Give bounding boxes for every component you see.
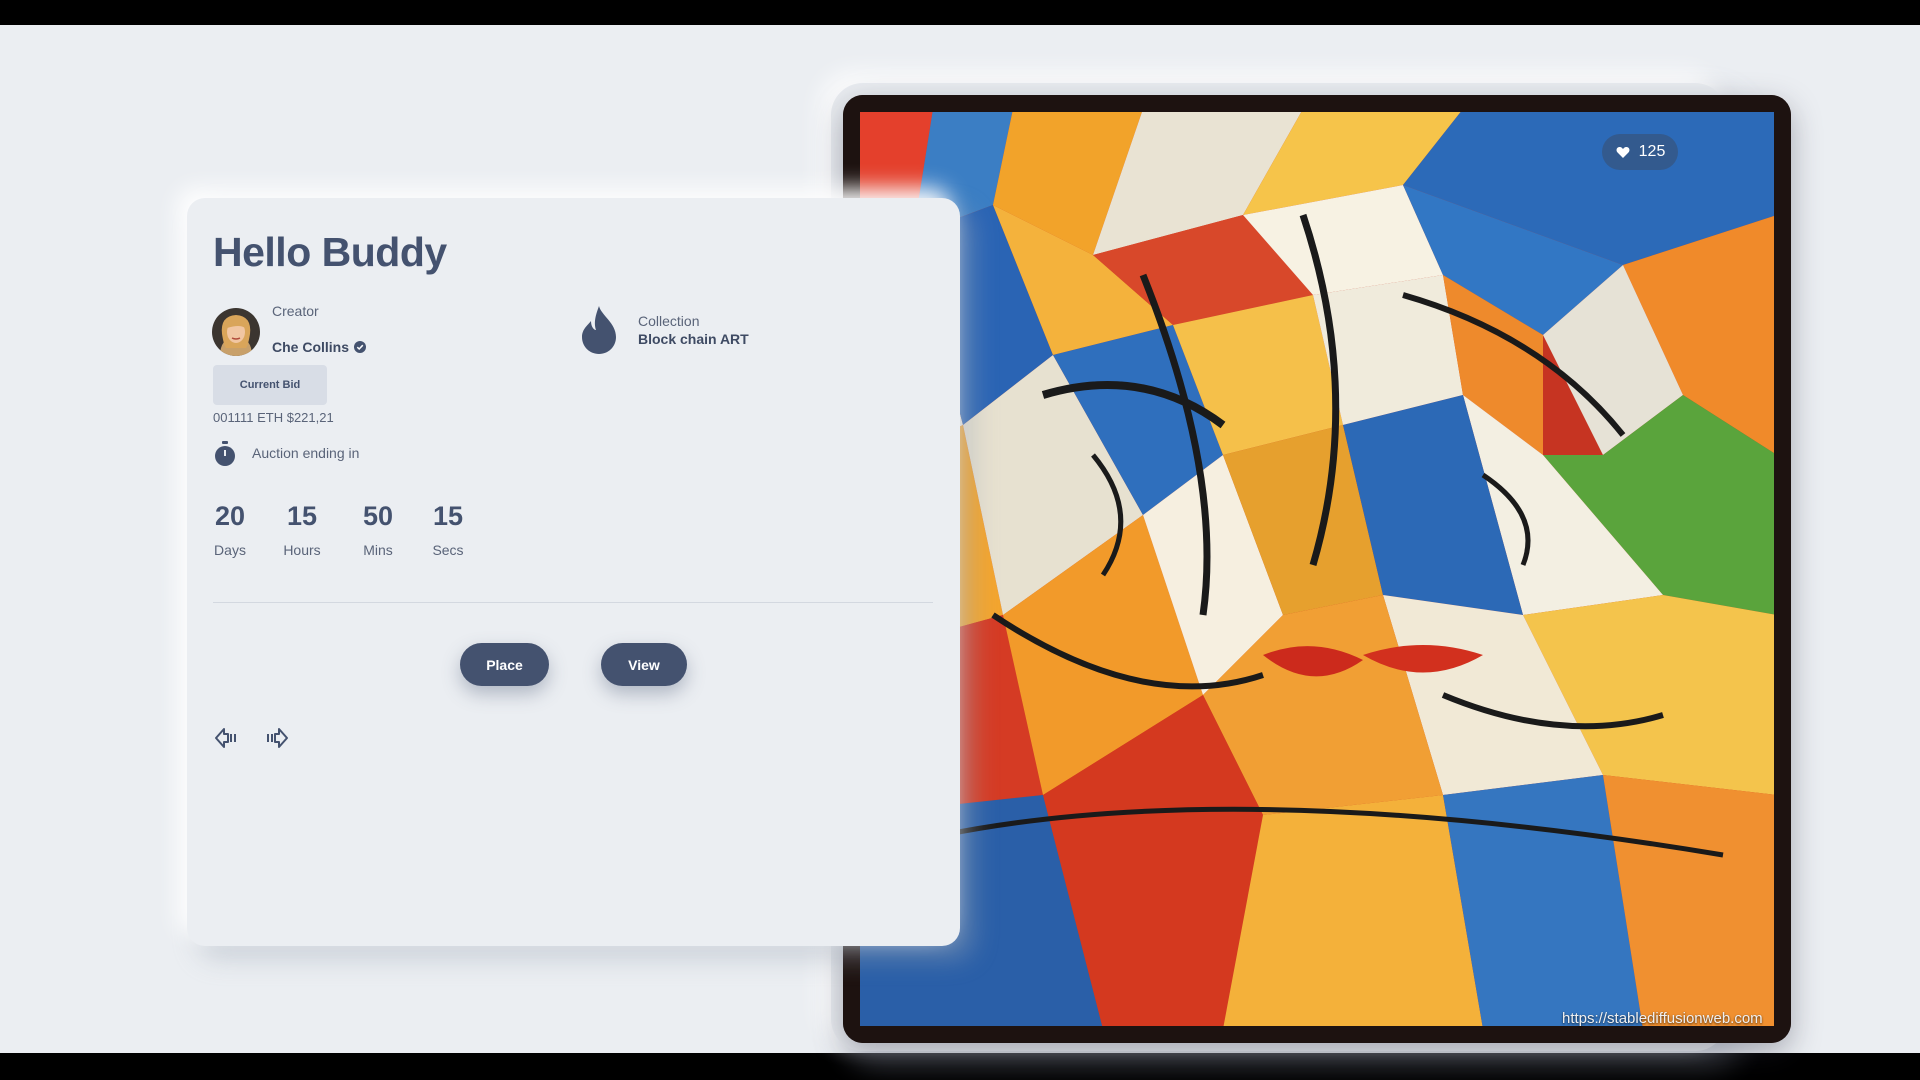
watermark-text: https://stablediffusionweb.com [1562,1010,1763,1027]
current-bid-value: 001111 ETH $221,21 [213,410,334,425]
likes-badge[interactable]: 125 [1602,134,1678,170]
arrow-left-icon[interactable] [214,727,238,749]
place-button[interactable]: Place [460,643,549,686]
flame-icon [582,306,616,354]
page-title: Hello Buddy [213,229,447,275]
view-button[interactable]: View [601,643,687,686]
auction-ending-label: Auction ending in [252,445,360,461]
current-bid-badge: Current Bid [213,365,327,405]
countdown-mins-value: 50 [362,501,394,531]
arrow-right-icon[interactable] [265,727,289,749]
countdown-secs-unit: Secs [432,542,464,558]
countdown-hours-value: 15 [286,501,318,531]
heart-icon [1616,146,1630,158]
stopwatch-icon [215,441,235,466]
likes-count: 125 [1638,143,1666,160]
countdown-mins-unit: Mins [363,542,393,558]
verified-check-icon [354,341,367,353]
creator-avatar[interactable] [212,308,260,356]
countdown-days: 20 Days [212,501,248,558]
countdown-days-unit: Days [214,542,246,558]
countdown-days-value: 20 [214,501,246,531]
countdown-hours-unit: Hours [283,542,321,558]
countdown-secs-value: 15 [432,501,464,531]
creator-name-text: Che Collins [272,339,350,355]
countdown-hours: 15 Hours [281,501,323,558]
creator-name[interactable]: Che Collins [272,339,367,355]
divider [213,602,933,603]
collection-label: Collection [638,313,700,329]
creator-label: Creator [272,303,319,319]
countdown-mins: 50 Mins [358,501,398,558]
countdown-secs: 15 Secs [430,501,466,558]
collection-name[interactable]: Block chain ART [638,331,749,347]
artwork-image[interactable] [843,95,1791,1043]
